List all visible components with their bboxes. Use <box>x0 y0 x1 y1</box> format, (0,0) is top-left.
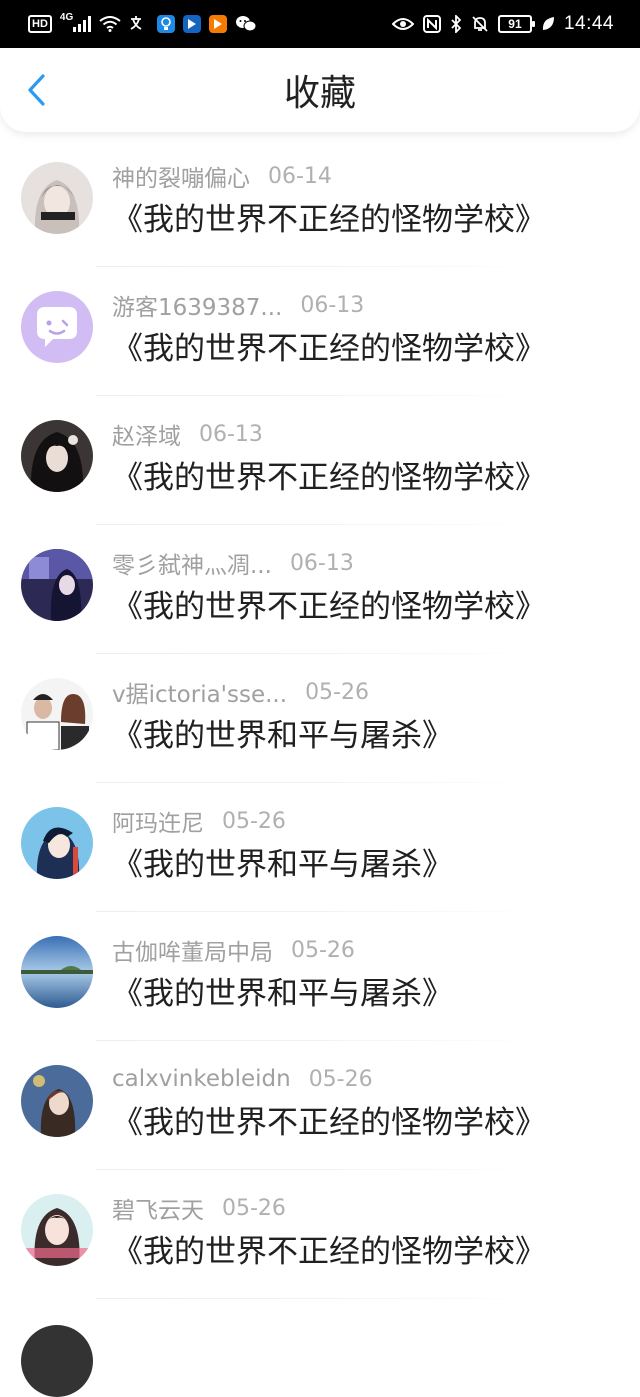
cellular-signal-icon: 4G <box>59 12 92 32</box>
username: 神的裂嘣偏心 <box>112 166 250 192</box>
date: 05-26 <box>222 1195 286 1221</box>
nfc-icon <box>422 15 441 33</box>
list-item[interactable]: 游客1639387... 06-13 《我的世界不正经的怪物学校》 <box>0 267 640 396</box>
avatar[interactable] <box>21 936 93 1008</box>
date: 06-13 <box>289 550 354 576</box>
list-item[interactable]: 阿玛迕尼 05-26 《我的世界和平与屠杀》 <box>0 783 640 912</box>
username: 碧飞云天 <box>112 1198 204 1224</box>
play-app-icon <box>209 15 228 33</box>
username: 阿玛迕尼 <box>112 811 204 837</box>
avatar[interactable] <box>21 678 93 750</box>
list-item[interactable]: 神的裂嘣偏心 06-14 《我的世界不正经的怪物学校》 <box>0 138 640 267</box>
book-title[interactable]: 《我的世界和平与屠杀》 <box>112 974 453 1014</box>
date: 05-26 <box>305 679 369 705</box>
wifi-icon <box>99 16 121 32</box>
list-item[interactable]: 零彡弑神灬凋... 06-13 《我的世界不正经的怪物学校》 <box>0 525 640 654</box>
book-title[interactable]: 《我的世界和平与屠杀》 <box>112 845 453 885</box>
date: 05-26 <box>222 808 286 834</box>
bluetooth-icon <box>450 15 462 33</box>
avatar[interactable] <box>21 420 93 492</box>
date: 06-13 <box>300 292 365 318</box>
book-title[interactable]: 《我的世界不正经的怪物学校》 <box>112 200 546 240</box>
list-item[interactable]: 碧飞云天 05-26 《我的世界不正经的怪物学校》 <box>0 1170 640 1299</box>
wechat-icon <box>235 15 257 33</box>
book-title[interactable]: 《我的世界不正经的怪物学校》 <box>112 329 546 369</box>
username: 赵泽域 <box>112 424 181 450</box>
username: v据ictoria'sse... <box>112 682 288 708</box>
avatar[interactable] <box>21 1194 93 1266</box>
leaf-saver-icon <box>541 16 555 32</box>
hd-indicator: HD <box>28 15 52 33</box>
battery-icon: 91 <box>497 15 535 33</box>
list-item[interactable]: 赵泽域 06-13 《我的世界不正经的怪物学校》 <box>0 396 640 525</box>
date: 05-26 <box>308 1066 373 1092</box>
book-title[interactable]: 《我的世界不正经的怪物学校》 <box>112 1103 546 1143</box>
book-title[interactable]: 《我的世界不正经的怪物学校》 <box>112 1232 546 1272</box>
avatar[interactable] <box>21 291 93 363</box>
network-type: 4G <box>59 12 74 23</box>
username: calxvinkebleidn <box>112 1066 291 1092</box>
list-item[interactable]: calxvinkebleidn 05-26 《我的世界不正经的怪物学校》 <box>0 1041 640 1170</box>
clock: 14:44 <box>563 13 614 34</box>
list-item[interactable] <box>0 1299 640 1397</box>
favorites-list: 神的裂嘣偏心 06-14 《我的世界不正经的怪物学校》 游客1639387...… <box>0 138 640 1397</box>
username: 零彡弑神灬凋... <box>112 553 272 579</box>
date: 06-14 <box>268 163 332 189</box>
book-title[interactable]: 《我的世界不正经的怪物学校》 <box>112 458 546 498</box>
avatar[interactable] <box>21 1325 93 1397</box>
book-title[interactable]: 《我的世界和平与屠杀》 <box>112 716 453 756</box>
list-item[interactable]: 古伽哞董局中局 05-26 《我的世界和平与屠杀》 <box>0 912 640 1041</box>
avatar[interactable] <box>21 807 93 879</box>
book-title[interactable]: 《我的世界不正经的怪物学校》 <box>112 587 546 627</box>
avatar[interactable] <box>21 1065 93 1137</box>
header-bar: 收藏 <box>0 48 640 132</box>
eye-comfort-icon <box>391 16 414 32</box>
date: 06-13 <box>199 421 263 447</box>
username: 古伽哞董局中局 <box>112 940 273 966</box>
username: 游客1639387... <box>112 295 283 321</box>
avatar[interactable] <box>21 549 93 621</box>
video-app-icon <box>183 15 202 33</box>
status-bar: HD 4G 91 14:44 <box>0 0 640 48</box>
bulb-app-icon <box>157 15 176 33</box>
mute-bell-icon <box>471 15 489 33</box>
list-item[interactable]: v据ictoria'sse... 05-26 《我的世界和平与屠杀》 <box>0 654 640 783</box>
avatar[interactable] <box>21 162 93 234</box>
page-title: 收藏 <box>283 73 356 114</box>
date: 05-26 <box>291 937 355 963</box>
translate-icon <box>129 15 149 33</box>
